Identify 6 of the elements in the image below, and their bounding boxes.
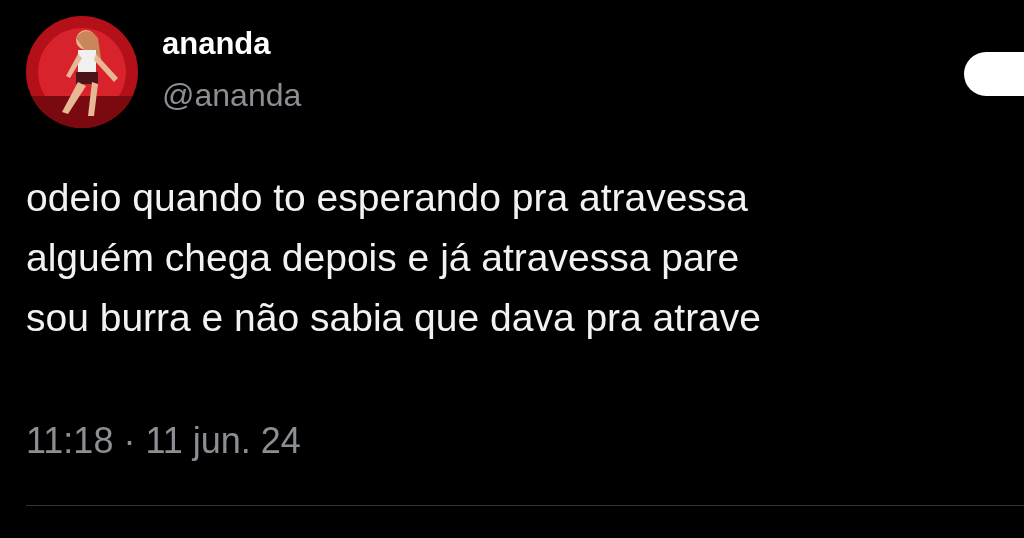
tweet-text-line: sou burra e não sabia que dava pra atrave — [26, 295, 761, 341]
tweet-text-line: odeio quando to esperando pra atravessa — [26, 175, 749, 221]
user-name[interactable]: ananda — [162, 26, 302, 62]
user-handle[interactable]: @ananda — [162, 76, 302, 114]
tweet-text-line: alguém chega depois e já atravessa pare — [26, 235, 740, 281]
timestamp[interactable]: 11:18 · 11 jun. 24 — [26, 420, 301, 462]
